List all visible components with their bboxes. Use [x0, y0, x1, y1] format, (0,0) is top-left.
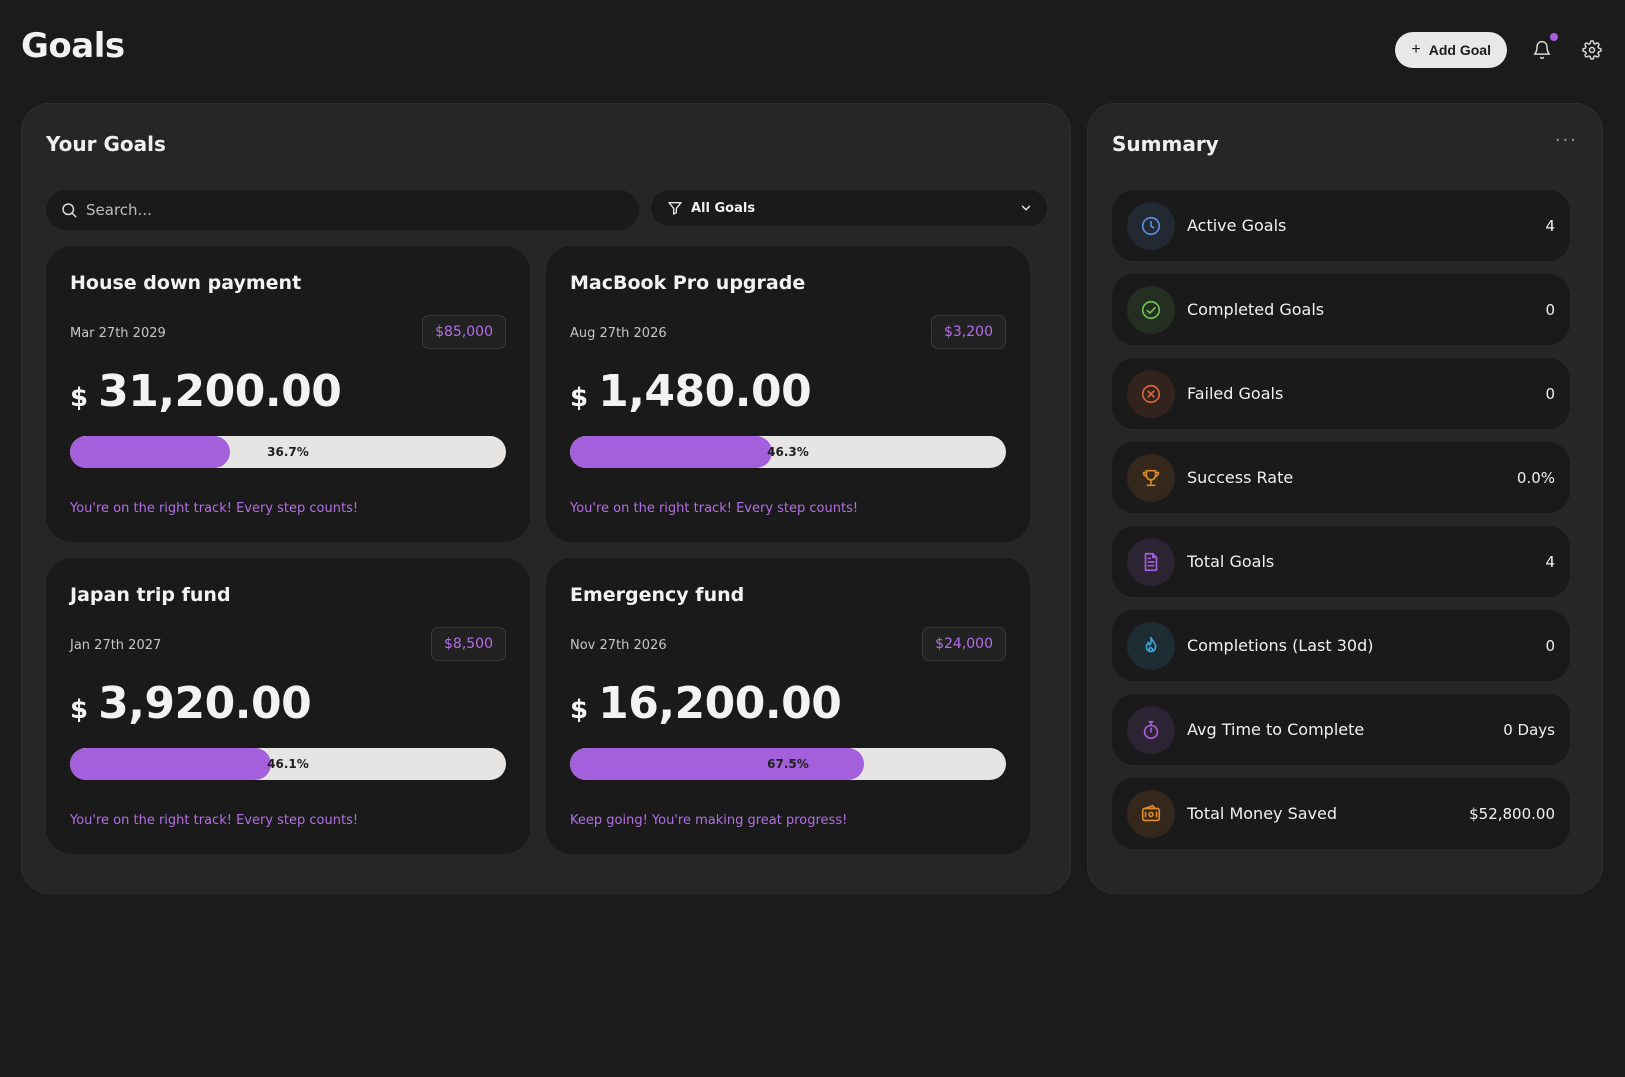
summary-value: 0.0% [1516, 468, 1555, 487]
summary-value: 0 [1545, 300, 1555, 319]
goal-deadline: Mar 27th 2029 [70, 326, 166, 341]
summary-label: Completions (Last 30d) [1187, 636, 1374, 655]
search-box[interactable] [46, 190, 639, 230]
goal-name: House down payment [70, 272, 302, 294]
amount-value: 3,920.00 [98, 678, 312, 729]
currency-symbol: $ [70, 695, 89, 725]
progress-label: 46.3% [767, 445, 809, 459]
goal-card[interactable]: Emergency fund Nov 27th 2026 $24,000 $ 1… [546, 558, 1030, 854]
goal-amount: $ 31,200.00 [70, 366, 342, 417]
amount-value: 31,200.00 [98, 366, 342, 417]
summary-row-total-goals: Total Goals 4 [1112, 526, 1570, 597]
summary-value: 0 [1545, 636, 1555, 655]
summary-value: 0 [1545, 384, 1555, 403]
goal-message: You're on the right track! Every step co… [70, 501, 359, 516]
document-icon [1127, 537, 1175, 586]
check-circle-icon [1127, 285, 1175, 334]
goal-amount: $ 3,920.00 [70, 678, 312, 729]
progress-bar: 46.1% [70, 748, 506, 780]
search-input[interactable] [86, 201, 606, 219]
x-circle-icon [1127, 369, 1175, 418]
summary-value: $52,800.00 [1469, 804, 1555, 823]
summary-label: Avg Time to Complete [1187, 720, 1365, 739]
add-goal-button[interactable]: + Add Goal [1395, 32, 1507, 68]
settings-button[interactable] [1581, 39, 1603, 61]
summary-row-failed-goals: Failed Goals 0 [1112, 358, 1570, 429]
filter-icon [668, 202, 682, 215]
gear-icon [1582, 40, 1602, 60]
goal-name: Emergency fund [570, 584, 745, 606]
stopwatch-icon [1127, 705, 1175, 754]
summary-row-total-money-saved: Total Money Saved $52,800.00 [1112, 778, 1570, 849]
summary-panel: Summary ··· Active Goals 4 Completed Goa… [1087, 103, 1603, 894]
summary-label: Failed Goals [1187, 384, 1284, 403]
progress-bar: 36.7% [70, 436, 506, 468]
goal-card[interactable]: House down payment Mar 27th 2029 $85,000… [46, 246, 530, 542]
goal-amount: $ 1,480.00 [570, 366, 812, 417]
goal-deadline: Jan 27th 2027 [70, 638, 162, 653]
summary-title: Summary [1112, 132, 1219, 156]
summary-label: Active Goals [1187, 216, 1287, 235]
plus-icon: + [1411, 41, 1421, 58]
currency-symbol: $ [70, 383, 89, 413]
summary-row-active-goals: Active Goals 4 [1112, 190, 1570, 261]
summary-label: Completed Goals [1187, 300, 1325, 319]
search-icon [62, 203, 77, 218]
progress-label: 67.5% [767, 757, 809, 771]
flame-icon [1127, 621, 1175, 670]
summary-label: Total Goals [1187, 552, 1275, 571]
summary-row-success-rate: Success Rate 0.0% [1112, 442, 1570, 513]
goals-panel: Your Goals All Goals House down payment … [21, 103, 1071, 894]
goal-target-badge: $24,000 [922, 627, 1006, 661]
summary-value: 4 [1545, 552, 1555, 571]
add-goal-label: Add Goal [1428, 42, 1491, 58]
summary-row-avg-time: Avg Time to Complete 0 Days [1112, 694, 1570, 765]
filter-label: All Goals [691, 200, 756, 216]
goal-name: Japan trip fund [70, 584, 231, 606]
page-title: Goals [21, 26, 125, 66]
chevron-down-icon [1021, 205, 1031, 211]
currency-symbol: $ [570, 383, 589, 413]
goal-target-badge: $85,000 [422, 315, 506, 349]
clock-icon [1127, 201, 1175, 250]
goal-name: MacBook Pro upgrade [570, 272, 806, 294]
amount-value: 1,480.00 [598, 366, 812, 417]
goal-message: You're on the right track! Every step co… [70, 813, 359, 828]
progress-bar: 67.5% [570, 748, 1006, 780]
goal-card[interactable]: Japan trip fund Jan 27th 2027 $8,500 $ 3… [46, 558, 530, 854]
notifications-button[interactable] [1531, 33, 1558, 61]
more-options-button[interactable]: ··· [1555, 130, 1578, 151]
progress-label: 36.7% [267, 445, 309, 459]
goals-filter-select[interactable]: All Goals [651, 190, 1047, 226]
notification-dot [1550, 33, 1558, 41]
goal-deadline: Aug 27th 2026 [570, 326, 667, 341]
goal-message: You're on the right track! Every step co… [570, 501, 859, 516]
summary-value: 0 Days [1503, 720, 1555, 739]
summary-label: Success Rate [1187, 468, 1294, 487]
summary-value: 4 [1545, 216, 1555, 235]
top-actions: + Add Goal [1395, 32, 1603, 68]
goal-target-badge: $8,500 [431, 627, 506, 661]
currency-symbol: $ [570, 695, 589, 725]
progress-label: 46.1% [267, 757, 309, 771]
summary-row-completed-goals: Completed Goals 0 [1112, 274, 1570, 345]
goal-message: Keep going! You're making great progress… [570, 813, 848, 828]
bell-icon [1533, 40, 1551, 60]
summary-label: Total Money Saved [1187, 804, 1338, 823]
goals-panel-title: Your Goals [46, 132, 166, 156]
goal-card[interactable]: MacBook Pro upgrade Aug 27th 2026 $3,200… [546, 246, 1030, 542]
progress-bar: 46.3% [570, 436, 1006, 468]
trophy-icon [1127, 453, 1175, 502]
summary-row-completions-30d: Completions (Last 30d) 0 [1112, 610, 1570, 681]
wallet-icon [1127, 789, 1175, 838]
goal-target-badge: $3,200 [931, 315, 1006, 349]
goal-deadline: Nov 27th 2026 [570, 638, 667, 653]
amount-value: 16,200.00 [598, 678, 842, 729]
goal-amount: $ 16,200.00 [570, 678, 842, 729]
